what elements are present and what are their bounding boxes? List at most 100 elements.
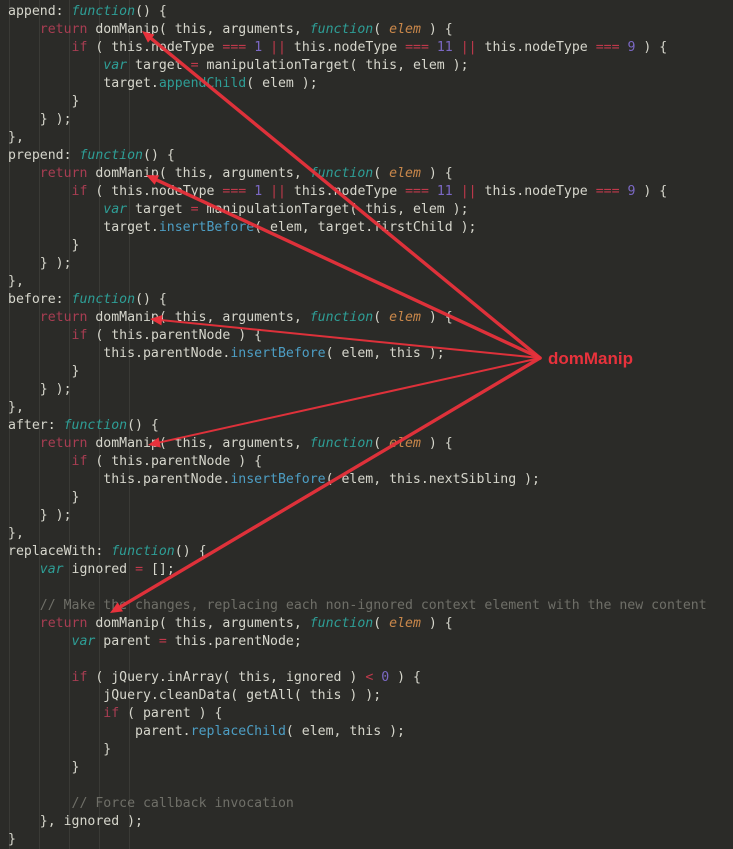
code-token: elem	[389, 166, 421, 181]
code-line[interactable]: }	[0, 759, 733, 777]
code-token: this.parentNode.	[8, 346, 231, 361]
code-token: function	[309, 166, 374, 181]
code-token: ( elem, target.firstChild );	[254, 220, 477, 235]
code-line[interactable]	[0, 777, 733, 795]
code-editor-screenshot: append: function() { return domManip( th…	[0, 0, 733, 849]
code-token: target	[127, 202, 191, 217]
code-token: =	[158, 634, 167, 649]
code-token: appendChild	[158, 76, 247, 91]
code-token: =	[190, 58, 199, 73]
code-token: ignored	[63, 562, 136, 577]
code-token: insertBefore	[230, 346, 326, 361]
code-token: domManip( this, arguments,	[87, 22, 310, 37]
code-token: ( jQuery.inArray( this, ignored )	[87, 670, 366, 685]
code-token: insertBefore	[158, 220, 255, 235]
code-line[interactable]: }	[0, 831, 733, 849]
code-line[interactable]: },	[0, 129, 733, 147]
code-line[interactable]: var ignored = [];	[0, 561, 733, 579]
code-token: elem	[389, 310, 421, 325]
code-line[interactable]: var target = manipulationTarget( this, e…	[0, 201, 733, 219]
code-line[interactable]: parent.replaceChild( elem, this );	[0, 723, 733, 741]
code-line[interactable]: if ( this.parentNode ) {	[0, 327, 733, 345]
code-token: target.	[8, 76, 159, 91]
code-token: 0	[381, 670, 390, 685]
code-token: }	[8, 832, 16, 847]
code-line[interactable]: } );	[0, 111, 733, 129]
code-line[interactable]: var target = manipulationTarget( this, e…	[0, 57, 733, 75]
code-token: ) {	[389, 670, 421, 685]
annotation-label-domManip: domManip	[548, 349, 633, 368]
code-token: parent	[95, 634, 159, 649]
code-token: // Make the changes, replacing each non-…	[39, 598, 707, 613]
code-line[interactable]: },	[0, 399, 733, 417]
code-token: // Force callback invocation	[71, 796, 294, 811]
code-token: =	[135, 562, 144, 577]
code-token: 1	[254, 40, 263, 55]
code-line[interactable]: before: function() {	[0, 291, 733, 309]
code-token: target.	[8, 220, 159, 235]
code-token: if	[71, 670, 88, 685]
code-line[interactable]: after: function() {	[0, 417, 733, 435]
code-line[interactable]: var parent = this.parentNode;	[0, 633, 733, 651]
code-line[interactable]: if ( this.parentNode ) {	[0, 453, 733, 471]
code-line[interactable]: return domManip( this, arguments, functi…	[0, 615, 733, 633]
code-token: ( this.parentNode ) {	[87, 454, 263, 469]
code-line[interactable]: append: function() {	[0, 3, 733, 21]
code-line[interactable]: return domManip( this, arguments, functi…	[0, 309, 733, 327]
code-line[interactable]: if ( this.nodeType === 1 || this.nodeTyp…	[0, 39, 733, 57]
code-line[interactable]: if ( parent ) {	[0, 705, 733, 723]
code-token: ( parent ) {	[119, 706, 223, 721]
code-line[interactable]: // Force callback invocation	[0, 795, 733, 813]
code-line[interactable]: },	[0, 273, 733, 291]
code-line[interactable]: this.parentNode.insertBefore( elem, this…	[0, 471, 733, 489]
code-token: domManip( this, arguments,	[87, 436, 310, 451]
code-token: }	[8, 364, 80, 379]
code-token: ||	[270, 184, 286, 199]
code-line[interactable]: },	[0, 525, 733, 543]
code-line[interactable]: }	[0, 489, 733, 507]
code-view[interactable]: append: function() { return domManip( th…	[0, 0, 733, 849]
code-line[interactable]: target.appendChild( elem );	[0, 75, 733, 93]
code-line[interactable]: return domManip( this, arguments, functi…	[0, 165, 733, 183]
code-token: } );	[8, 382, 72, 397]
code-token: ( elem, this.nextSibling );	[325, 472, 540, 487]
code-token: ===	[595, 184, 620, 199]
code-token: var	[39, 562, 64, 577]
code-line[interactable]	[0, 651, 733, 669]
code-line[interactable]	[0, 579, 733, 597]
code-line[interactable]: // Make the changes, replacing each non-…	[0, 597, 733, 615]
code-line[interactable]: } );	[0, 507, 733, 525]
code-line[interactable]: }	[0, 741, 733, 759]
code-line[interactable]: } );	[0, 381, 733, 399]
code-token: before:	[8, 292, 72, 307]
code-token: return	[39, 310, 88, 325]
code-token: prepend:	[8, 148, 80, 163]
code-line[interactable]: }	[0, 93, 733, 111]
code-token: append:	[8, 4, 72, 19]
code-token: elem	[389, 22, 421, 37]
code-line[interactable]: prepend: function() {	[0, 147, 733, 165]
code-line[interactable]: return domManip( this, arguments, functi…	[0, 435, 733, 453]
code-token: ( elem );	[246, 76, 318, 91]
code-token: () {	[143, 148, 175, 163]
code-token: var	[103, 202, 128, 217]
code-line[interactable]: return domManip( this, arguments, functi…	[0, 21, 733, 39]
code-token: ===	[595, 40, 620, 55]
code-line[interactable]: if ( this.nodeType === 1 || this.nodeTyp…	[0, 183, 733, 201]
code-line[interactable]: }, ignored );	[0, 813, 733, 831]
code-line[interactable]: target.insertBefore( elem, target.firstC…	[0, 219, 733, 237]
code-token: } );	[8, 256, 72, 271]
code-token: this.parentNode;	[166, 634, 302, 649]
code-line[interactable]: } );	[0, 255, 733, 273]
code-token: replaceWith:	[8, 544, 112, 559]
code-line[interactable]: }	[0, 237, 733, 255]
code-token: ( this.nodeType	[87, 184, 223, 199]
code-line[interactable]: jQuery.cleanData( getAll( this ) );	[0, 687, 733, 705]
code-line[interactable]: replaceWith: function() {	[0, 543, 733, 561]
code-line[interactable]: if ( jQuery.inArray( this, ignored ) < 0…	[0, 669, 733, 687]
